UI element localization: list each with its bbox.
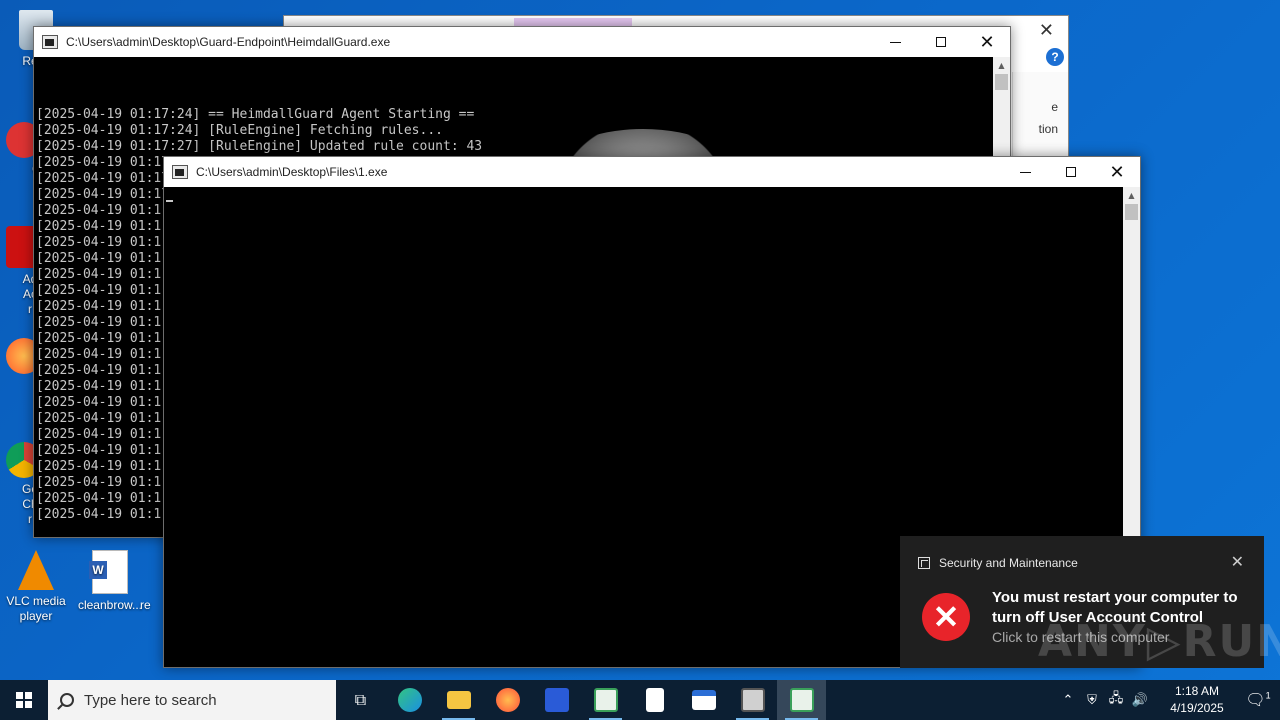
network-icon[interactable]: 🖧 xyxy=(1104,689,1128,711)
text-cursor xyxy=(166,200,173,202)
window-titlebar[interactable]: C:\Users\admin\Desktop\Files\1.exe ✕ xyxy=(164,157,1140,187)
minimize-button[interactable] xyxy=(1002,157,1048,187)
clock-date: 4/19/2025 xyxy=(1170,701,1224,715)
taskbar: Type here to search ⧉ ⌃ ⛨ 🖧 🔊 1:18 AM 4/… xyxy=(0,680,1280,720)
toast-close-icon[interactable]: ✕ xyxy=(1231,552,1244,572)
scrollbar-thumb[interactable] xyxy=(995,74,1008,90)
volume-icon[interactable]: 🔊 xyxy=(1128,692,1152,708)
start-button[interactable] xyxy=(0,680,48,720)
desktop-icon-label: cleanbrow... xyxy=(77,598,143,612)
window-app-icon xyxy=(691,690,716,710)
console-line: [2025-04-19 01:17:24] [RuleEngine] Fetch… xyxy=(36,123,443,138)
scroll-up-icon[interactable]: ▲ xyxy=(1123,187,1140,204)
action-center-button[interactable]: 🗨1 xyxy=(1236,690,1280,710)
network-security-icon[interactable]: ⛨ xyxy=(1080,692,1104,708)
desktop-icon-label: re xyxy=(140,598,151,612)
explorer-text-fragment: e xyxy=(1051,100,1058,114)
notification-count: 1 xyxy=(1265,690,1271,701)
close-button[interactable]: ✕ xyxy=(964,27,1010,57)
error-icon: ✕ xyxy=(922,593,970,641)
explorer-text-fragment: tion xyxy=(1038,122,1058,136)
minimize-icon xyxy=(1019,171,1031,173)
edge-icon xyxy=(397,688,422,712)
firefox-icon xyxy=(495,688,520,712)
network-tool-icon xyxy=(544,688,569,712)
console-icon xyxy=(593,688,618,712)
notification-icon: 🗨 xyxy=(1245,692,1266,709)
clock[interactable]: 1:18 AM 4/19/2025 xyxy=(1158,683,1236,717)
taskbar-app-blue[interactable] xyxy=(532,680,581,720)
chevron-up-icon[interactable]: ⌃ xyxy=(1056,692,1080,708)
taskbar-console-1[interactable] xyxy=(581,680,630,720)
minimize-icon xyxy=(889,41,901,43)
taskbar-search[interactable]: Type here to search xyxy=(48,680,336,720)
window-title: C:\Users\admin\Desktop\Files\1.exe xyxy=(196,165,388,179)
console-app-icon xyxy=(172,165,188,179)
minimize-button[interactable] xyxy=(872,27,918,57)
anyrun-watermark: ANY▷RUN xyxy=(1038,616,1280,667)
console-app-icon xyxy=(42,35,58,49)
desktop-icon-vlc[interactable]: VLC media player xyxy=(0,550,74,624)
close-button[interactable]: ✕ xyxy=(1094,157,1140,187)
console-icon xyxy=(789,688,814,712)
close-icon[interactable]: ✕ xyxy=(1039,20,1054,41)
taskbar-notepad[interactable] xyxy=(630,680,679,720)
close-icon: ✕ xyxy=(979,31,995,53)
toast-app-name: Security and Maintenance xyxy=(939,556,1078,570)
console-line: [2025-04-19 01:17:27] [RuleEngine] Updat… xyxy=(36,139,483,154)
desktop-icon-cleanbrow[interactable]: W cleanbrow... xyxy=(72,550,148,613)
search-icon xyxy=(60,693,74,707)
maximize-button[interactable] xyxy=(1048,157,1094,187)
taskbar-app-window[interactable] xyxy=(679,680,728,720)
close-icon: ✕ xyxy=(1109,161,1125,183)
console-line: [2025-04-19 01:17:24] == HeimdallGuard A… xyxy=(36,107,475,122)
system-tray: ⌃ ⛨ 🖧 🔊 1:18 AM 4/19/2025 🗨1 xyxy=(1056,680,1280,720)
window-titlebar[interactable]: C:\Users\admin\Desktop\Guard-Endpoint\He… xyxy=(34,27,1010,57)
taskbar-file-explorer[interactable] xyxy=(434,680,483,720)
toast-header: Security and Maintenance xyxy=(918,556,1078,570)
windows-logo-icon xyxy=(16,692,32,708)
taskbar-firefox[interactable] xyxy=(483,680,532,720)
desktop-icon-partial[interactable]: re xyxy=(140,598,160,613)
word-document-icon: W xyxy=(89,550,128,594)
taskbar-app-grey[interactable] xyxy=(728,680,777,720)
security-maintenance-icon xyxy=(918,557,930,569)
maximize-button[interactable] xyxy=(918,27,964,57)
notification-toast[interactable]: Security and Maintenance ✕ ✕ You must re… xyxy=(900,536,1280,668)
desktop-icon-label: VLC media player xyxy=(6,594,66,623)
taskbar-console-2[interactable] xyxy=(777,680,826,720)
maximize-icon xyxy=(1066,167,1076,177)
window-title: C:\Users\admin\Desktop\Guard-Endpoint\He… xyxy=(66,35,391,49)
scrollbar-thumb[interactable] xyxy=(1125,204,1138,220)
folder-icon xyxy=(446,691,471,709)
help-icon[interactable]: ? xyxy=(1046,48,1064,66)
clock-time: 1:18 AM xyxy=(1174,684,1220,698)
taskbar-edge[interactable] xyxy=(385,680,434,720)
maximize-icon xyxy=(936,37,946,47)
process-tool-icon xyxy=(740,688,765,712)
scroll-up-icon[interactable]: ▲ xyxy=(993,57,1010,74)
vlc-icon xyxy=(18,550,54,590)
task-view-button[interactable]: ⧉ xyxy=(336,680,385,720)
search-placeholder: Type here to search xyxy=(84,691,217,709)
task-view-icon: ⧉ xyxy=(354,690,367,709)
document-icon xyxy=(645,688,664,712)
